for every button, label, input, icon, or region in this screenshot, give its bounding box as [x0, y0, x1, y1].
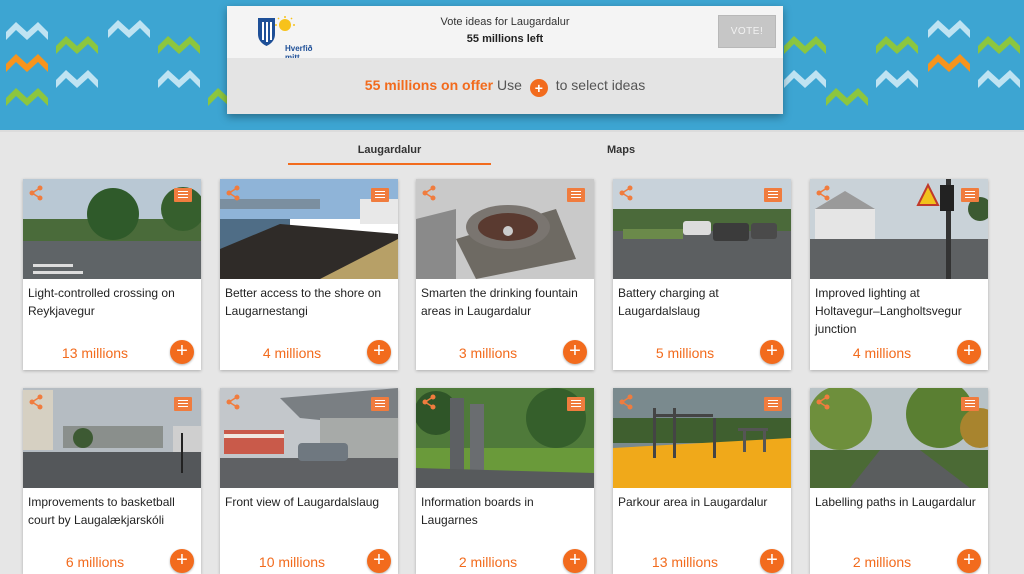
chevron-decoration: [784, 66, 826, 88]
idea-card[interactable]: Light-controlled crossing on Reykjavegur…: [23, 179, 201, 370]
add-idea-button[interactable]: +: [563, 549, 587, 573]
idea-card[interactable]: Front view of Laugardalslaug 10 millions +: [220, 388, 398, 574]
tab-maps[interactable]: Maps: [580, 144, 662, 156]
add-idea-button[interactable]: +: [760, 549, 784, 573]
idea-title: Labelling paths in Laugardalur: [815, 495, 976, 509]
chevron-decoration: [56, 66, 98, 88]
millions-left: 55 millions left: [466, 33, 544, 45]
idea-card[interactable]: Improved lighting at Holtavegur–Langholt…: [810, 179, 988, 370]
active-tab-underline: [288, 163, 491, 165]
idea-price: 3 millions: [458, 345, 518, 361]
idea-price: 13 millions: [61, 345, 129, 361]
menu-icon[interactable]: [764, 188, 782, 202]
idea-price: 2 millions: [458, 554, 518, 570]
add-idea-button[interactable]: +: [170, 549, 194, 573]
idea-price: 13 millions: [651, 554, 719, 570]
plus-icon: +: [529, 79, 548, 97]
add-idea-button[interactable]: +: [170, 340, 194, 364]
idea-title: Improvements to basketball court by Laug…: [28, 495, 175, 527]
idea-price: 2 millions: [852, 554, 912, 570]
share-icon[interactable]: [815, 394, 831, 410]
chevron-decoration: [158, 66, 200, 88]
share-icon[interactable]: [225, 185, 241, 201]
idea-price: 10 millions: [258, 554, 326, 570]
idea-title: Front view of Laugardalslaug: [225, 495, 380, 509]
chevron-decoration: [978, 66, 1020, 88]
vote-button[interactable]: VOTE!: [718, 15, 776, 48]
idea-card[interactable]: Battery charging at Laugardalslaug 5 mill…: [613, 179, 791, 370]
share-icon[interactable]: [421, 185, 437, 201]
idea-title: Information boards in Laugarnes: [421, 495, 534, 527]
chevron-decoration: [876, 32, 918, 54]
chevron-decoration: [784, 32, 826, 54]
menu-icon[interactable]: [174, 188, 192, 202]
chevron-decoration: [158, 32, 200, 54]
chevron-decoration: [6, 18, 48, 40]
add-idea-button[interactable]: +: [760, 340, 784, 364]
menu-icon[interactable]: [371, 188, 389, 202]
chevron-decoration: [108, 16, 150, 38]
offer-select-text: to select ideas: [555, 77, 646, 93]
idea-title: Improved lighting at Holtavegur–Langholt…: [815, 286, 962, 336]
idea-card[interactable]: Smarten the drinking fountain areas in L…: [416, 179, 594, 370]
idea-price: 5 millions: [655, 345, 715, 361]
menu-icon[interactable]: [961, 188, 979, 202]
menu-icon[interactable]: [174, 397, 192, 411]
tab-laugardalur[interactable]: Laugardalur: [288, 144, 491, 156]
menu-icon[interactable]: [961, 397, 979, 411]
share-icon[interactable]: [225, 394, 241, 410]
idea-title: Battery charging at Laugardalslaug: [618, 286, 719, 318]
share-icon[interactable]: [421, 394, 437, 410]
offer-line: 55 millions on offer Use + to select ide…: [227, 77, 783, 97]
chevron-decoration: [6, 84, 48, 106]
idea-card[interactable]: Improvements to basketball court by Laug…: [23, 388, 201, 574]
idea-price: 4 millions: [852, 345, 912, 361]
idea-card[interactable]: Parkour area in Laugardalur 13 millions +: [613, 388, 791, 574]
chevron-decoration: [56, 32, 98, 54]
add-idea-button[interactable]: +: [957, 340, 981, 364]
chevron-decoration: [978, 32, 1020, 54]
idea-price: 6 millions: [65, 554, 125, 570]
share-icon[interactable]: [28, 185, 44, 201]
chevron-decoration: [826, 84, 868, 106]
idea-title: Better access to the shore on Laugarnest…: [225, 286, 382, 318]
banner-edge: [0, 130, 1024, 132]
chevron-decoration: [6, 50, 48, 72]
chevron-decoration: [928, 50, 970, 72]
add-idea-button[interactable]: +: [563, 340, 587, 364]
idea-card[interactable]: Labelling paths in Laugardalur 2 millions…: [810, 388, 988, 574]
share-icon[interactable]: [815, 185, 831, 201]
menu-icon[interactable]: [371, 397, 389, 411]
idea-title: Light-controlled crossing on Reykjavegur: [28, 286, 175, 318]
idea-price: 4 millions: [262, 345, 322, 361]
add-idea-button[interactable]: +: [367, 549, 391, 573]
add-idea-button[interactable]: +: [957, 549, 981, 573]
idea-card[interactable]: Information boards in Laugarnes 2 million…: [416, 388, 594, 574]
offer-amount: 55 millions on offer: [364, 77, 494, 93]
share-icon[interactable]: [618, 394, 634, 410]
menu-icon[interactable]: [567, 397, 585, 411]
chevron-decoration: [928, 16, 970, 38]
idea-title: Parkour area in Laugardalur: [618, 495, 768, 509]
vote-panel: Hverfið mitt Vote ideas for Laugardalur …: [227, 6, 783, 114]
vote-title: Vote ideas for Laugardalur: [440, 16, 570, 28]
menu-icon[interactable]: [567, 188, 585, 202]
share-icon[interactable]: [28, 394, 44, 410]
vote-panel-top: Hverfið mitt Vote ideas for Laugardalur …: [227, 6, 783, 62]
menu-icon[interactable]: [764, 397, 782, 411]
add-idea-button[interactable]: +: [367, 340, 391, 364]
chevron-decoration: [876, 66, 918, 88]
idea-card[interactable]: Better access to the shore on Laugarnest…: [220, 179, 398, 370]
share-icon[interactable]: [618, 185, 634, 201]
offer-use-text: Use: [497, 77, 522, 93]
idea-title: Smarten the drinking fountain areas in L…: [421, 286, 578, 318]
